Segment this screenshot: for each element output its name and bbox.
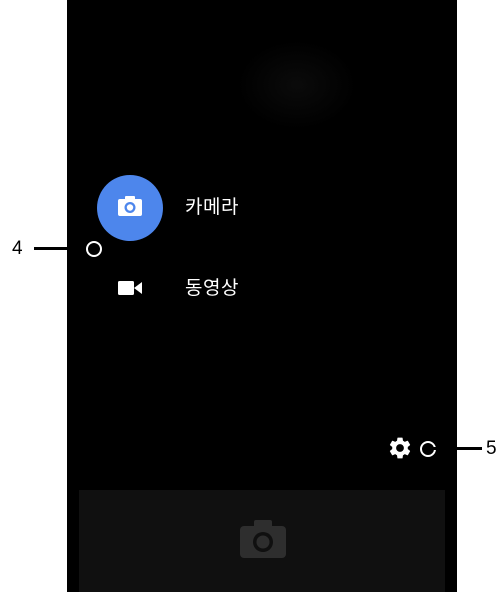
settings-button[interactable] [387, 435, 415, 463]
camera-mode-label: 카메라 [185, 196, 239, 218]
video-mode-label: 동영상 [185, 277, 239, 299]
background-shadow [237, 40, 357, 130]
video-icon [113, 275, 147, 301]
mode-camera[interactable]: 카메라 [67, 172, 317, 242]
callout-number-5: 5 [486, 438, 497, 459]
camera-mode-button[interactable] [97, 175, 163, 241]
callout-line-5 [430, 447, 482, 450]
figure: 카메라 동영상 4 5 [0, 0, 500, 592]
mode-video[interactable]: 동영상 [67, 253, 317, 323]
shutter-button[interactable] [237, 520, 289, 562]
callout-line-4 [34, 247, 90, 250]
callout-dot-4 [86, 241, 102, 257]
callout-number-4: 4 [12, 238, 23, 259]
camera-icon [117, 195, 143, 221]
shutter-bar [79, 490, 445, 592]
camera-screen: 카메라 동영상 [67, 0, 457, 592]
camera-shutter-icon [239, 519, 287, 563]
gear-icon [387, 437, 413, 465]
